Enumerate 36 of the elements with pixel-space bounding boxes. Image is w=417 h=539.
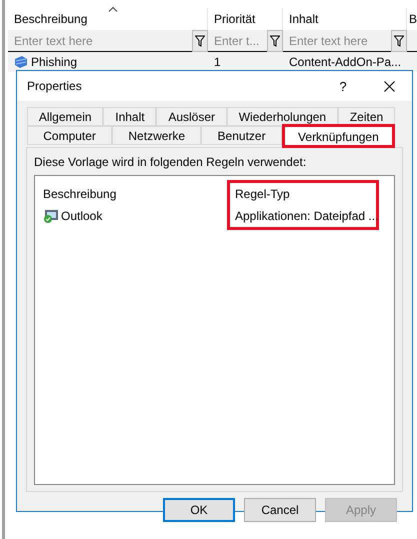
table-cell: 1: [214, 55, 221, 69]
tab[interactable]: Inhalt: [103, 107, 156, 126]
table-row[interactable]: Phishing 1 Content-AddOn-Pa...: [8, 52, 417, 72]
list-cell: Outlook: [61, 209, 102, 223]
filter-field[interactable]: [407, 30, 417, 52]
help-button[interactable]: ?: [320, 71, 366, 101]
filter-button[interactable]: [192, 30, 208, 52]
tab[interactable]: Allgemein: [27, 107, 104, 126]
filter-field[interactable]: Enter t...: [208, 30, 283, 52]
filter-input[interactable]: Enter text here: [283, 30, 391, 51]
filter-icon: [394, 35, 404, 47]
filter-field[interactable]: Enter text here: [283, 30, 407, 52]
column-header[interactable]: Beschreibung: [38, 183, 230, 205]
table-cell: Phishing: [31, 55, 78, 69]
window-title: Properties: [27, 79, 83, 93]
tab[interactable]: Wiederholungen: [226, 107, 338, 126]
dialog-button[interactable]: Cancel: [244, 498, 316, 522]
tab[interactable]: Netzwerke: [112, 126, 202, 145]
filter-icon: [195, 35, 205, 47]
filter-button[interactable]: [267, 30, 283, 52]
tab[interactable]: Auslöser: [156, 107, 227, 126]
column-header[interactable]: Regel-Typ: [230, 183, 376, 205]
tab[interactable]: Verknüpfungen: [282, 124, 396, 148]
filter-icon: [270, 35, 280, 47]
computer-check-icon: [43, 209, 59, 223]
description-text: Diese Vorlage wird in folgenden Regeln verwendet:: [34, 155, 308, 169]
policy-icon: [14, 55, 28, 69]
filter-button[interactable]: [391, 30, 407, 52]
tab[interactable]: Benutzer: [201, 126, 282, 145]
tab[interactable]: Computer: [27, 126, 112, 145]
list-cell: Applikationen: Dateipfad ...: [235, 209, 378, 223]
close-icon: [384, 80, 394, 92]
dialog-button[interactable]: OK: [163, 498, 235, 522]
column-header[interactable]: B: [407, 8, 417, 30]
filter-input[interactable]: Enter t...: [208, 30, 267, 51]
table-cell: Content-AddOn-Pa...: [289, 55, 402, 69]
